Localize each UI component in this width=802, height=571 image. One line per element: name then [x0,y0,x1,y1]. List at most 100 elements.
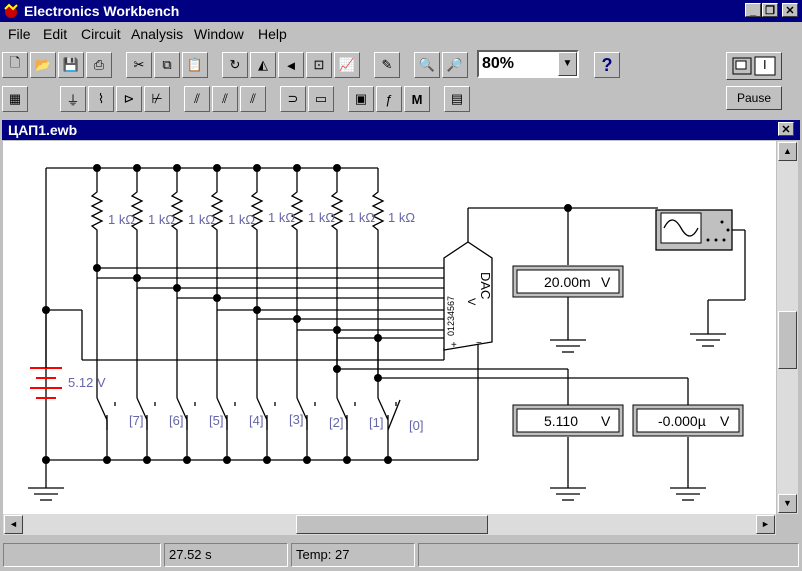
open-folder-icon[interactable]: 📂 [30,52,56,78]
sources-bin-icon[interactable]: ⏚ [60,86,86,112]
vertical-scroll-thumb[interactable] [778,311,797,369]
menu-help[interactable]: Help [258,26,287,42]
pause-button[interactable]: Pause [726,86,782,110]
scroll-down-icon[interactable]: ▼ [778,494,797,513]
circuit-schematic: DAC V 01234567 + − 1 kΩ 1 kΩ 1 kΩ 1 kΩ 1… [28,164,746,501]
switch-key: [5] [209,413,223,428]
rotate-icon[interactable]: ↻ [222,52,248,78]
instruments-bin-icon[interactable]: ▤ [444,86,470,112]
zoom-out-icon[interactable]: 🔍 [414,52,440,78]
voltmeter-offset-value: -0.000µ [658,413,706,429]
resistor-label: 1 kΩ [108,212,135,227]
resistor-labels: 1 kΩ 1 kΩ 1 kΩ 1 kΩ 1 kΩ 1 kΩ 1 kΩ 1 kΩ [108,210,415,227]
voltmeter-offset[interactable]: -0.000µ V [632,404,744,437]
mixed-ics-bin-icon[interactable]: ⫽ [212,86,238,112]
scroll-up-icon[interactable]: ▲ [778,142,797,161]
dac-sub-label: V [465,298,477,306]
resistor-label: 1 kΩ [148,212,175,227]
voltmeter-output-unit: V [601,274,611,290]
voltmeter-output-value: 20.00m [544,274,591,290]
switch-key-labels: [7] [6] [5] [4] [3] [2] [1] [0] [129,412,423,433]
horizontal-scroll-thumb[interactable] [296,515,488,534]
menu-analysis[interactable]: Analysis [131,26,183,42]
switch-key: [3] [289,412,303,427]
digital-ics-bin-icon[interactable]: ⫽ [240,86,266,112]
dac-label: DAC [478,272,493,299]
resistor-label: 1 kΩ [188,212,215,227]
status-temp: Temp: 27 [291,543,415,567]
minimize-button[interactable]: _ [745,3,761,17]
transistors-bin-icon[interactable]: ⊬ [144,86,170,112]
menu-edit[interactable]: Edit [43,26,67,42]
menu-window[interactable]: Window [194,26,244,42]
switch-key: [2] [329,415,343,430]
switch-key: [0] [409,418,423,433]
subcircuit-icon[interactable]: ⊡ [306,52,332,78]
circuit-canvas[interactable]: DAC V 01234567 + − 1 kΩ 1 kΩ 1 kΩ 1 kΩ 1… [3,141,776,514]
logic-gates-bin-icon[interactable]: ⊃ [280,86,306,112]
resistor-label: 1 kΩ [308,210,335,225]
voltmeter-reference-value: 5.110 [544,413,578,429]
voltmeter-output[interactable]: 20.00m V [512,265,624,298]
battery-label: 5.12 V [68,375,106,390]
scroll-left-icon[interactable]: ◄ [4,515,23,534]
voltmeter-reference-unit: V [601,413,611,429]
component-properties-icon[interactable]: ✎ [374,52,400,78]
copy-icon[interactable]: ⧉ [154,52,180,78]
close-button[interactable]: ✕ [782,3,798,17]
analog-ics-bin-icon[interactable]: ⫽ [184,86,210,112]
status-bar: 27.52 s Temp: 27 [0,541,802,571]
status-time: 27.52 s [164,543,288,567]
controls-bin-icon[interactable]: ƒ [376,86,402,112]
resistor-label: 1 kΩ [228,212,255,227]
indicators-bin-icon[interactable]: ▣ [348,86,374,112]
switch-key: [1] [369,415,383,430]
resistor-label: 1 kΩ [348,210,375,225]
power-switch[interactable]: I [726,52,782,80]
document-title: ЦАП1.ewb [8,122,78,138]
restore-button[interactable]: ❐ [762,3,778,17]
dac-minus-pin: − [476,338,482,349]
miscellaneous-bin-icon[interactable]: M [404,86,430,112]
switch-key: [4] [249,413,263,428]
power-label: I [763,57,767,72]
zoom-in-icon[interactable]: 🔎 [442,52,468,78]
dac-component: DAC V 01234567 + − [443,241,493,351]
app-title-bar: Electronics Workbench _ ❐ ✕ [0,0,802,22]
power-switch-icon [732,56,776,76]
voltmeter-offset-unit: V [720,413,730,429]
dac-plus-pin: + [451,340,457,351]
resistor-label: 1 kΩ [388,210,415,225]
document-close-button[interactable]: ✕ [778,122,794,136]
menu-circuit[interactable]: Circuit [81,26,121,42]
diodes-bin-icon[interactable]: ⊳ [116,86,142,112]
chevron-down-icon[interactable]: ▼ [558,52,577,76]
app-title: Electronics Workbench [24,3,180,19]
resistor-label: 1 kΩ [268,210,295,225]
print-icon[interactable]: ⎙ [86,52,112,78]
switch-key: [7] [129,413,143,428]
switch-array [96,397,401,460]
oscilloscope-icon[interactable] [655,209,733,251]
switch-key: [6] [169,413,183,428]
menu-file[interactable]: File [8,26,31,42]
graph-icon[interactable]: 📈 [334,52,360,78]
cut-icon[interactable]: ✂ [126,52,152,78]
resistor-ladder [90,168,385,338]
basic-bin-icon[interactable]: ⌇ [88,86,114,112]
paste-icon[interactable]: 📋 [182,52,208,78]
vertical-scrollbar[interactable]: ▲ ▼ [777,141,798,514]
help-button[interactable]: ? [594,52,620,78]
scroll-right-icon[interactable]: ► [756,515,775,534]
save-icon[interactable]: 💾 [58,52,84,78]
menu-bar: File Edit Circuit Analysis Window Help [0,24,802,46]
voltmeter-reference[interactable]: 5.110 V [512,404,624,437]
digital-bin-icon[interactable]: ▭ [308,86,334,112]
new-file-icon[interactable]: 🗋 [2,52,28,78]
horizontal-scrollbar[interactable]: ◄ ► [3,514,776,535]
flip-vertical-icon[interactable]: ◄ [278,52,304,78]
status-panel-message [3,543,161,567]
app-logo-icon [4,3,18,18]
flip-horizontal-icon[interactable]: ◭ [250,52,276,78]
favorites-bin-icon[interactable]: ▦ [2,86,28,112]
